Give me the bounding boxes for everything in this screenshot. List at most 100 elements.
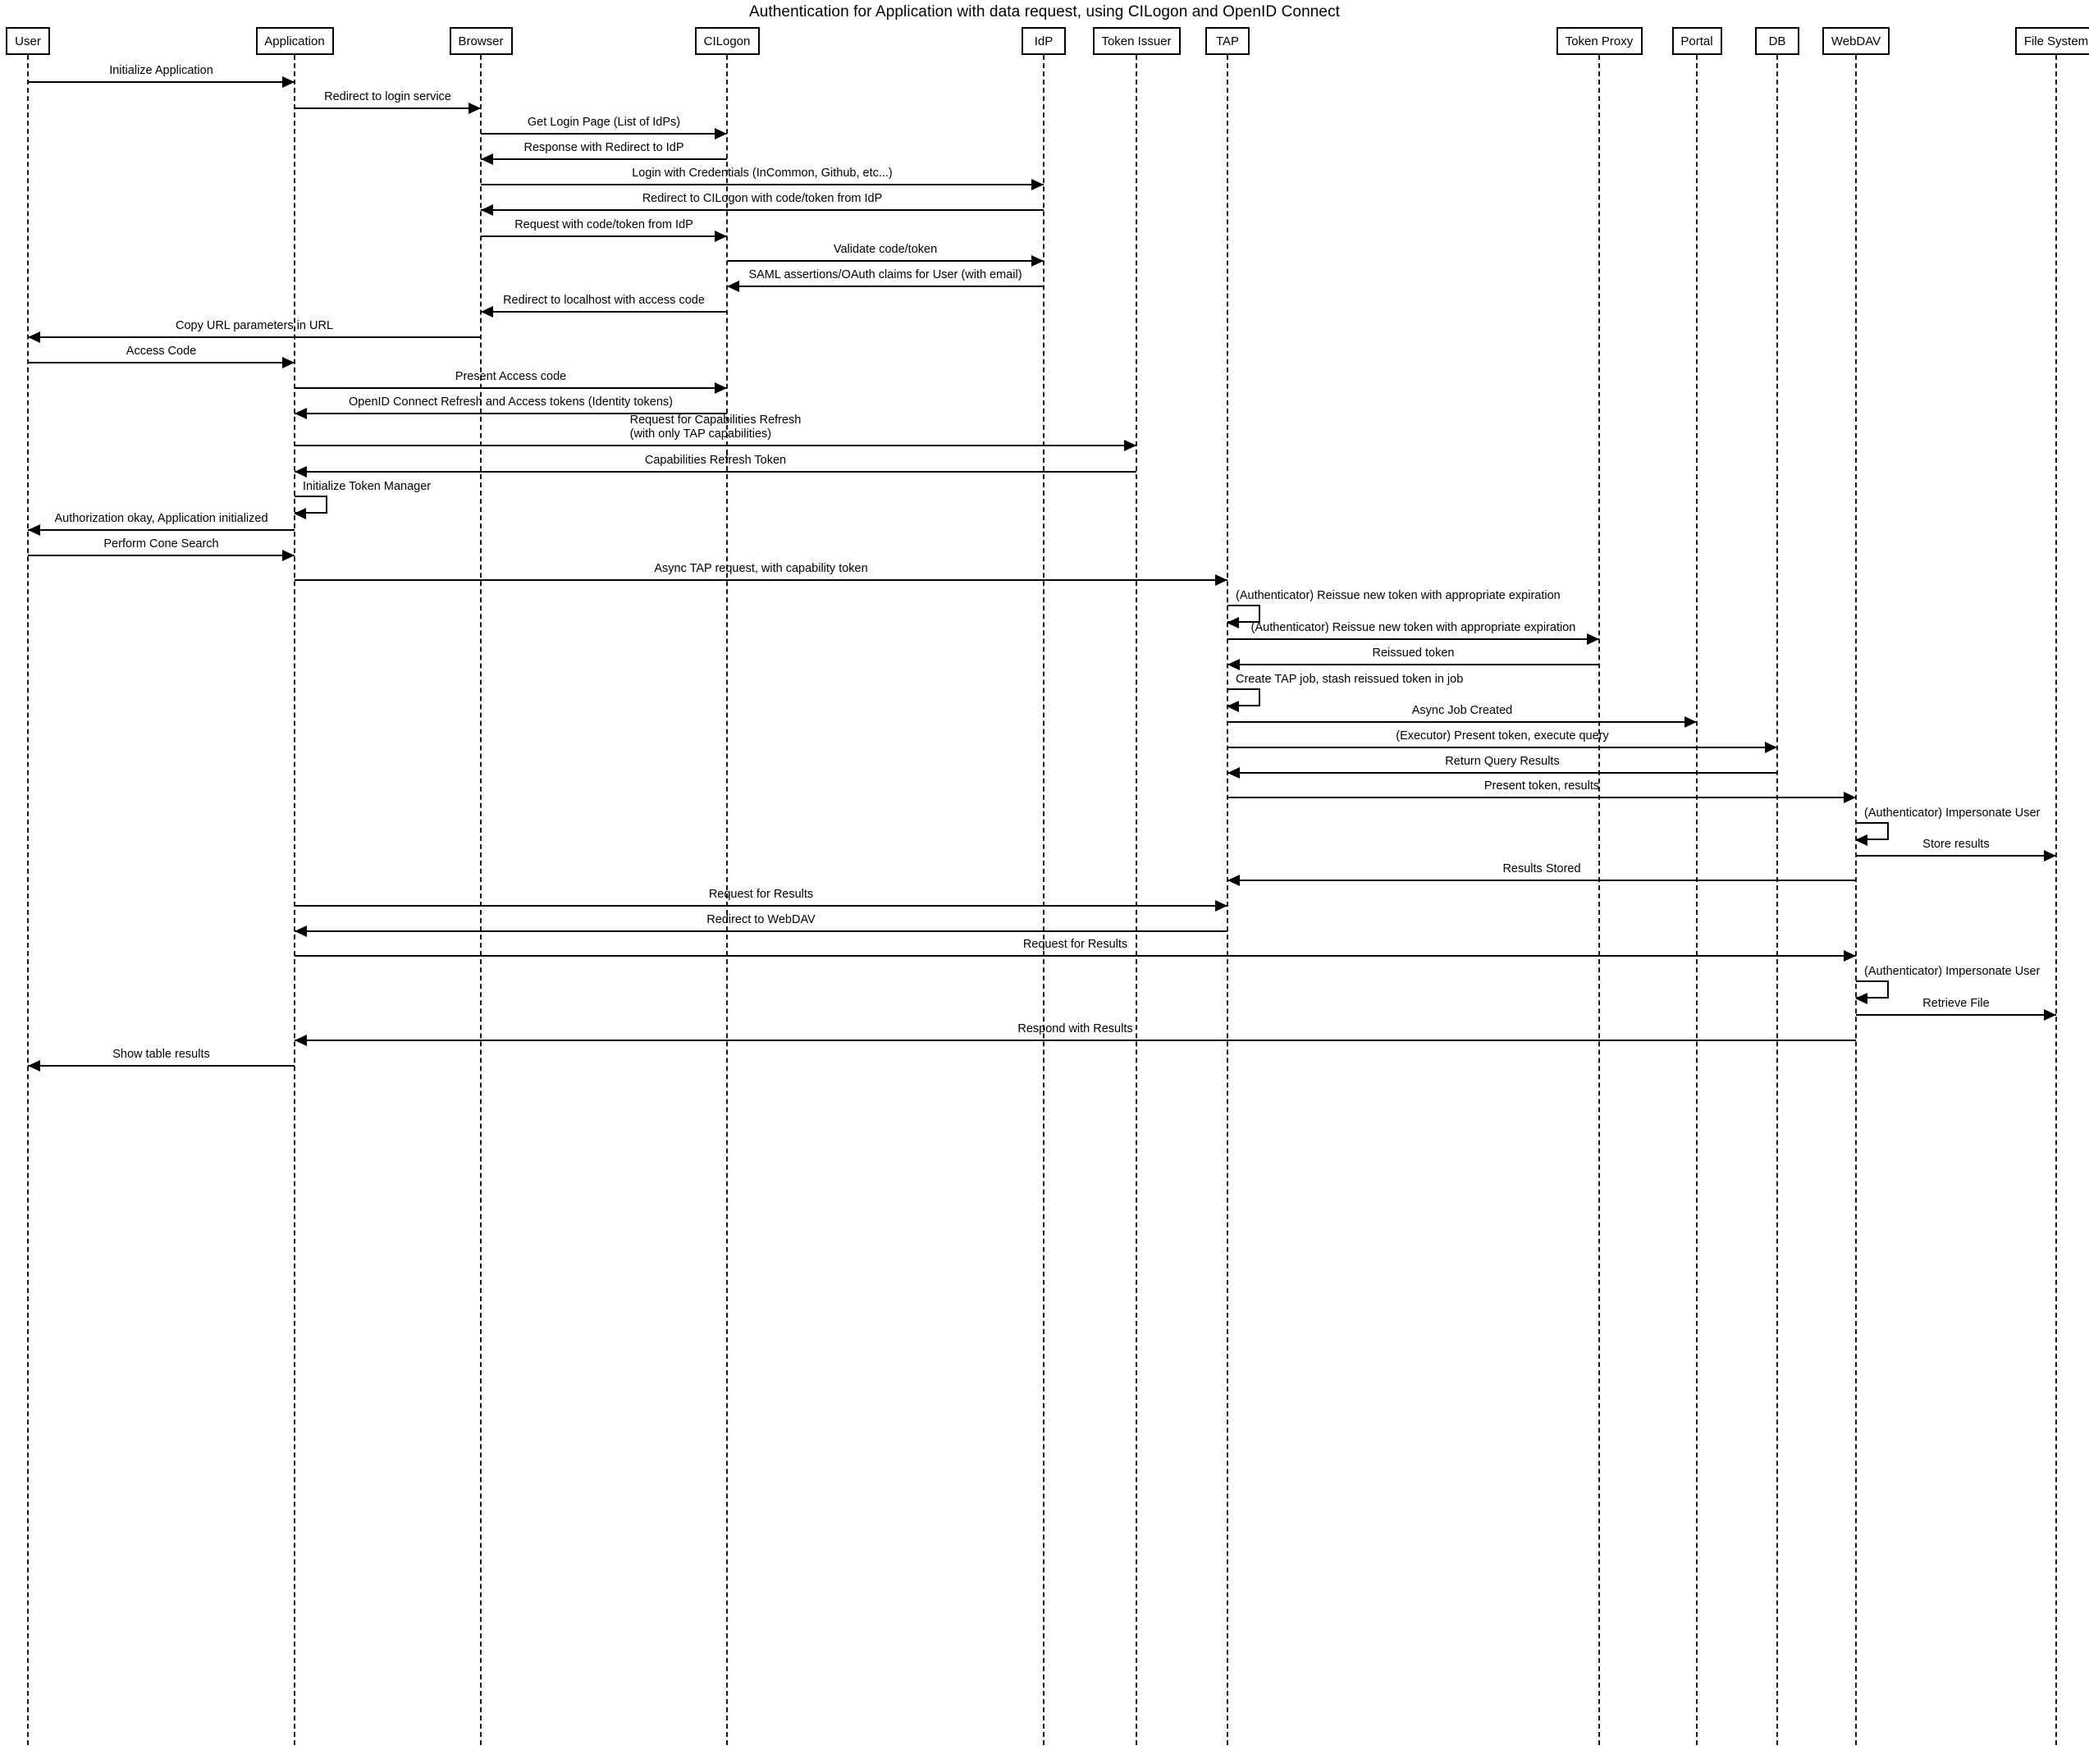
arrow-head: [295, 408, 307, 419]
lifeline-head-cilogon: CILogon: [694, 27, 760, 55]
message-arrow: [1227, 797, 1856, 798]
message-arrow: [1227, 721, 1697, 723]
message-label-line: Show table results: [112, 1048, 210, 1061]
message-label-line: Redirect to localhost with access code: [503, 294, 705, 307]
arrow-head: [282, 357, 295, 368]
message-label: Present Access code: [455, 370, 566, 384]
message-arrow: [481, 209, 1044, 211]
message-arrow: [295, 471, 1136, 473]
message-label-line: Present Access code: [455, 370, 567, 383]
arrow-head: [2044, 1009, 2056, 1021]
message-label: (Authenticator) Reissue new token with a…: [1251, 621, 1576, 635]
message-arrow: [28, 555, 295, 556]
message-label: (Authenticator) Impersonate User: [1864, 807, 2041, 820]
lifeline-label: Browser: [458, 34, 504, 48]
message-label-line: (Executor) Present token, execute query: [1396, 729, 1609, 743]
message-label-line: Initialize Application: [109, 64, 213, 77]
lifeline-head-token_issuer: Token Issuer: [1092, 27, 1181, 55]
lifeline-db: [1776, 55, 1778, 1745]
message-label: OpenID Connect Refresh and Access tokens…: [349, 395, 673, 409]
lifeline-token_proxy: [1598, 55, 1600, 1745]
arrow-head: [1684, 716, 1697, 728]
message-label: Request for Results: [1023, 938, 1127, 952]
message-label-line: Request for Results: [708, 888, 814, 901]
arrow-head: [715, 128, 727, 139]
message-label-line: Store results: [1922, 838, 1990, 851]
message-label: Present token, results: [1484, 779, 1599, 793]
message-arrow: [1227, 747, 1777, 748]
message-label: Redirect to WebDAV: [706, 913, 815, 927]
message-label-line: Validate code/token: [833, 243, 938, 256]
message-arrow: [481, 235, 727, 237]
message-label: (Executor) Present token, execute query: [1396, 729, 1609, 743]
arrow-head: [1227, 875, 1240, 886]
arrow-head: [481, 204, 493, 216]
message-label: Reissued token: [1373, 647, 1455, 660]
arrow-head: [1031, 255, 1044, 267]
message-arrow: [295, 1040, 1856, 1041]
message-arrow: [28, 1065, 295, 1067]
message-label: Async Job Created: [1412, 704, 1513, 718]
lifeline-head-application: Application: [255, 27, 334, 55]
lifeline-file_system: [2055, 55, 2057, 1745]
arrow-head: [1855, 993, 1867, 1004]
message-label: (Authenticator) Impersonate User: [1864, 965, 2041, 978]
lifeline-head-db: DB: [1755, 27, 1799, 55]
arrow-head: [715, 231, 727, 242]
message-label-line: SAML assertions/OAuth claims for User (w…: [748, 268, 1022, 281]
message-arrow: [727, 286, 1044, 287]
message-label-line: Perform Cone Search: [103, 537, 219, 551]
arrow-head: [282, 76, 295, 88]
lifeline-portal: [1696, 55, 1698, 1745]
message-label-line: Async Job Created: [1411, 704, 1513, 717]
message-arrow: [481, 311, 727, 313]
message-label-line: (Authenticator) Reissue new token with a…: [1250, 621, 1576, 634]
message-arrow: [481, 133, 727, 135]
message-label-line: Reissued token: [1372, 647, 1455, 660]
message-label: Retrieve File: [1922, 997, 1989, 1011]
message-arrow: [28, 336, 481, 338]
message-label: Get Login Page (List of IdPs): [528, 116, 680, 130]
message-label-line: Async TAP request, with capability token: [654, 562, 868, 575]
message-label-line: OpenID Connect Refresh and Access tokens…: [349, 395, 673, 409]
arrow-head: [295, 925, 307, 937]
message-arrow: [481, 158, 727, 160]
arrow-head: [481, 153, 493, 165]
message-label-line: (with only TAP capabilities): [629, 427, 772, 441]
lifeline-label: TAP: [1215, 34, 1240, 48]
message-label-line: Request for Capabilities Refresh: [629, 414, 802, 427]
lifeline-head-user: User: [6, 27, 50, 55]
lifeline-label: Token Proxy: [1565, 34, 1634, 48]
message-label: Respond with Results: [1017, 1022, 1132, 1036]
arrow-head: [1227, 767, 1240, 779]
arrow-head: [295, 466, 307, 478]
message-arrow: [295, 107, 481, 109]
message-arrow: [727, 260, 1044, 262]
message-arrow: [295, 905, 1227, 907]
lifeline-token_issuer: [1136, 55, 1137, 1745]
message-label-line: Redirect to CILogon with code/token from…: [642, 192, 883, 205]
message-label: Redirect to localhost with access code: [503, 294, 705, 308]
message-label: Results Stored: [1502, 862, 1580, 876]
page-title: Authentication for Application with data…: [748, 3, 1341, 21]
arrow-head: [481, 306, 493, 318]
lifeline-user: [27, 55, 29, 1745]
message-arrow: [1856, 1014, 2056, 1016]
arrow-head: [1227, 701, 1239, 712]
message-arrow: [1227, 664, 1599, 665]
arrow-head: [1855, 834, 1867, 846]
arrow-head: [294, 508, 306, 519]
message-label: Redirect to login service: [324, 90, 451, 104]
lifeline-label: User: [15, 34, 41, 48]
arrow-head: [295, 1035, 307, 1046]
arrow-head: [1227, 617, 1239, 628]
lifeline-label: Portal: [1680, 34, 1713, 48]
lifeline-head-idp: IdP: [1022, 27, 1066, 55]
message-label: Validate code/token: [834, 243, 937, 257]
sequence-diagram-canvas: Authentication for Application with data…: [0, 0, 2089, 1764]
message-label: Capabilities Refresh Token: [645, 454, 786, 468]
message-arrow: [1227, 638, 1599, 640]
message-label-line: Copy URL parameters in URL: [175, 319, 334, 332]
lifeline-label: DB: [1768, 34, 1786, 48]
message-label: Perform Cone Search: [103, 537, 218, 551]
